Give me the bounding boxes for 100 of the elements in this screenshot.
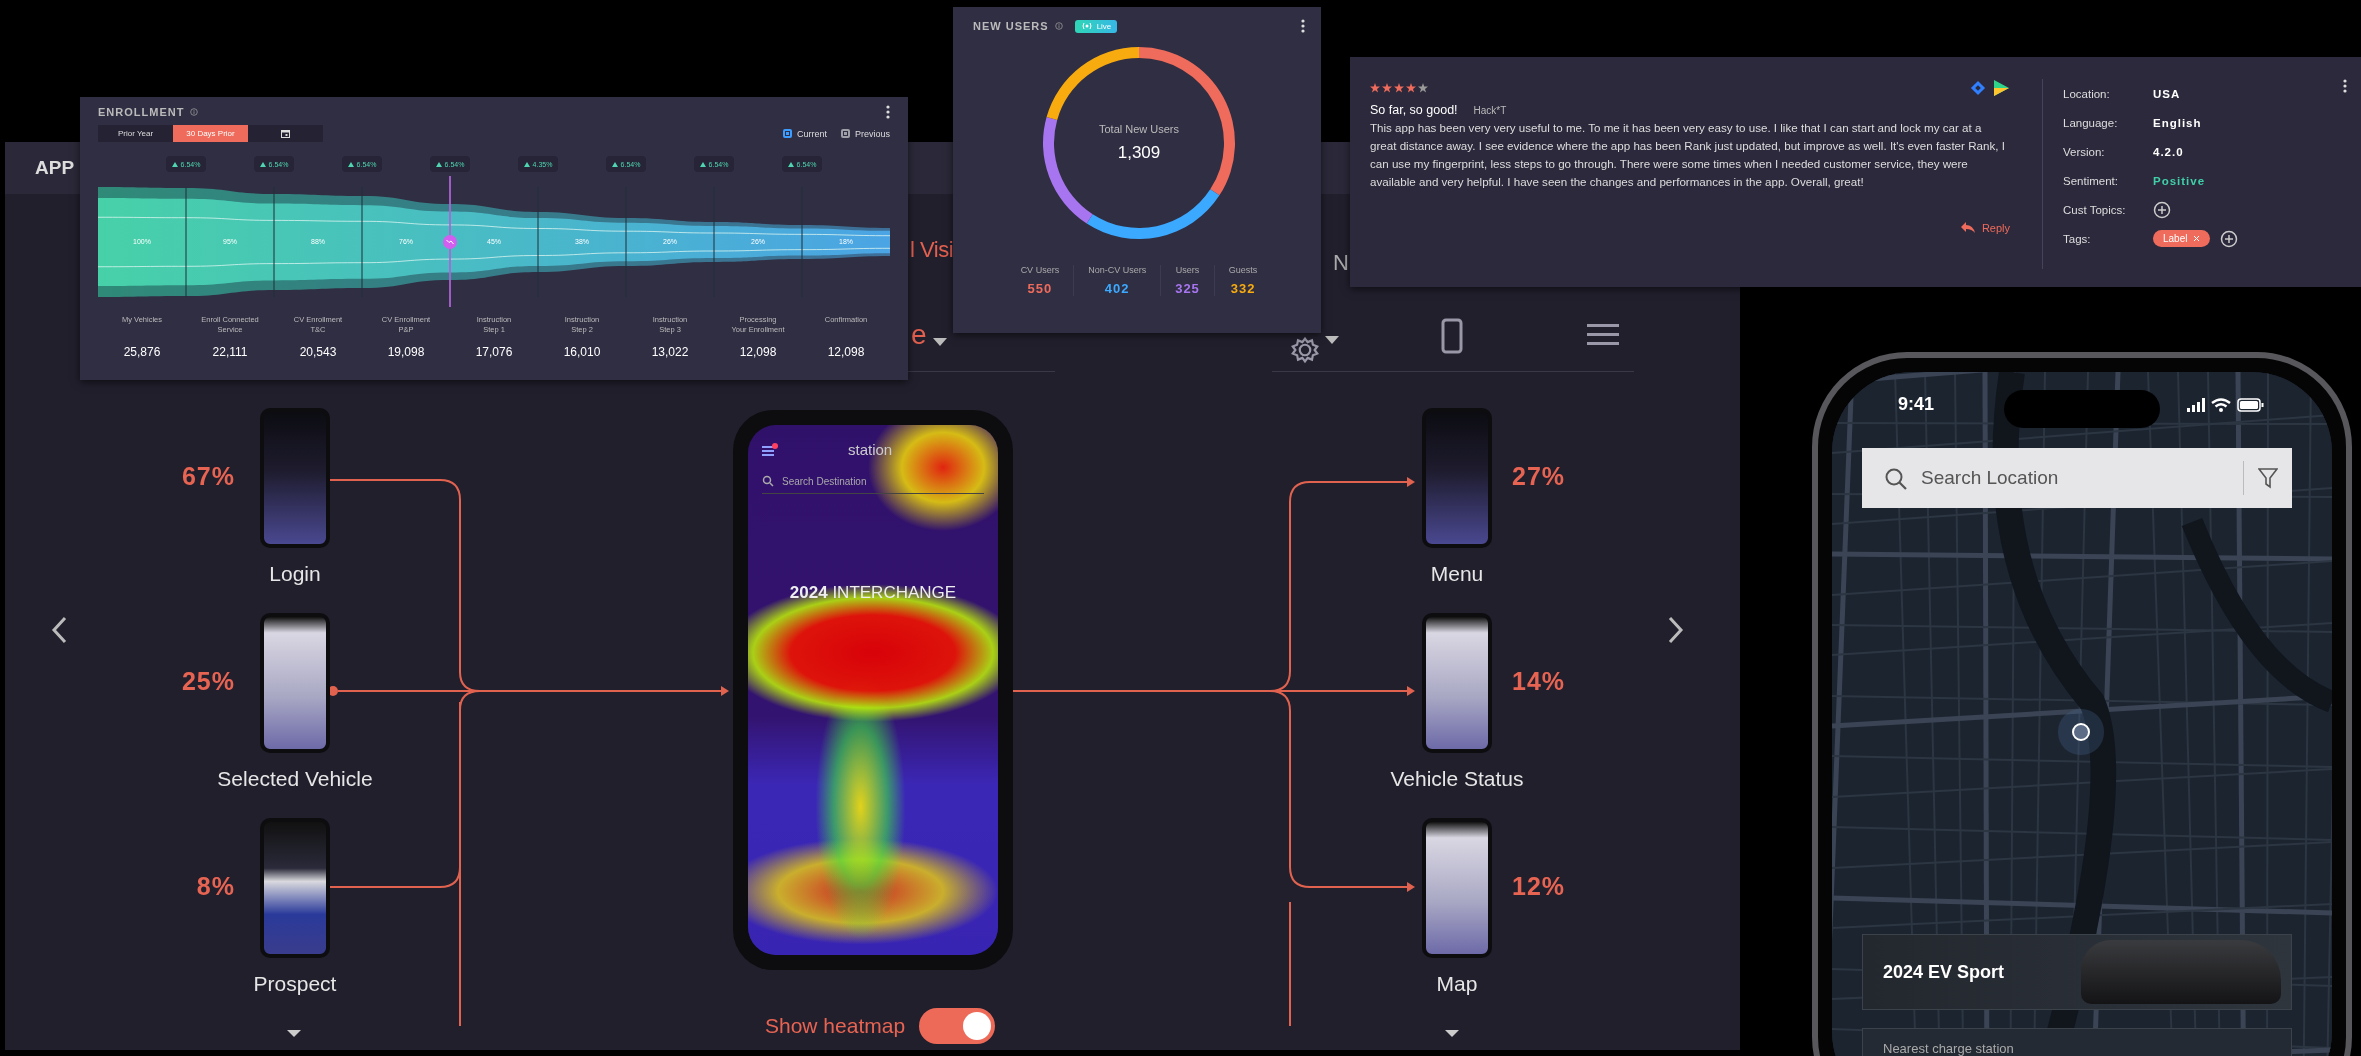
review-author: Hack*T [1473,105,1507,116]
play-triangle-icon [1993,79,2010,97]
more-options-icon[interactable] [2343,79,2347,93]
screen-label: Prospect [253,972,337,996]
detail-value: English [2153,116,2202,129]
donut-center-label: Total New Users [1098,123,1180,135]
headline: 2024 INTERCHANGE [788,583,958,603]
up-triangle-icon [523,161,530,167]
stage-count: 13,022 [651,345,689,359]
reply-icon [1959,221,1976,234]
total-value: 1,309 [1117,143,1161,163]
trend-marker[interactable] [443,175,457,308]
screen-label: Map [1436,972,1478,996]
percentage-label: 27% [1512,462,1566,491]
calendar-icon [281,129,290,138]
signal-icon [2187,398,2205,412]
tag-label: Label [2163,233,2188,244]
up-triangle-icon [259,161,266,167]
stage-count: 12,098 [827,345,865,359]
percentage-label: 67% [181,462,235,491]
stage-count: 16,010 [563,345,601,359]
legend-label: CV Users [1020,265,1060,275]
chevron-left-icon[interactable] [51,616,68,644]
status-time: 9:41 [1898,394,1935,415]
legend-value: 402 [1104,281,1130,296]
up-triangle-icon [347,161,354,167]
caret-icon [933,338,947,346]
detail-label: Version: [2063,145,2106,158]
detail-value: 4.2.0 [2153,145,2184,158]
chevron-right-icon[interactable] [1667,616,1684,644]
battery-icon [2237,398,2264,412]
screen-thumbnail[interactable] [1422,613,1492,753]
filter-icon[interactable] [2258,467,2278,489]
card-title: NEW USERS [973,20,1049,32]
screen-thumbnail[interactable] [1422,408,1492,548]
wifi-icon [2211,398,2231,412]
card-title: ENROLLMENT [98,106,185,118]
add-button[interactable] [2220,229,2239,248]
dropdown-text[interactable]: e [911,319,927,351]
app-name: station [848,441,893,458]
screen-label: Selected Vehicle [217,767,373,791]
stage-count: 20,543 [299,345,337,359]
legend-label: Non-CV Users [1088,265,1147,275]
toggle-label: Show heatmap [765,1014,906,1038]
more-options-icon[interactable] [886,105,890,119]
broadcast-icon [1080,22,1093,30]
add-button[interactable] [2153,200,2171,219]
sentiment-value: Positive [2153,174,2206,187]
stage-count: 12,098 [739,345,777,359]
info-card[interactable]: Nearest charge station [1862,1028,2292,1056]
up-triangle-icon [699,161,706,167]
heatmap-toggle[interactable] [919,1008,996,1044]
search-icon [1884,466,1907,490]
legend-value: 550 [1027,281,1053,296]
caret-down-icon[interactable] [1445,1030,1459,1037]
detail-label: Language: [2063,116,2119,129]
stage-count: 25,876 [123,345,161,359]
search-field[interactable]: Search Destination [762,475,984,494]
search-field[interactable]: Search Location [1862,448,2292,508]
review-text: This app has been very very useful to me. To me it has been very easy to use. I like that I can start and lock my car at a great distance away. I see evidence where the app has been Rank just updated, but improve as well. It's even faster Rank, I can use my fingerprint, less steps to go through. There were some times when I needed customer service, they were available and very helpful. I have seen the changes and performances in the app. Overall, great! [1370,120,2006,190]
card-heading: Nearest charge station [1883,1041,2014,1056]
heading-text: N [1333,250,1349,276]
screen-thumbnail[interactable] [260,408,330,548]
period-tab[interactable]: Prior Year [98,125,173,142]
percentage-label: 14% [1512,667,1566,696]
info-icon [190,108,199,116]
screen-label: Login [269,562,321,586]
info-icon [1054,22,1063,30]
detail-label: Sentiment: [2063,174,2119,187]
screen-label: Menu [1430,562,1484,586]
stage-count: 17,076 [475,345,513,359]
legend-label: Guests [1228,265,1258,275]
screen-thumbnail[interactable] [260,613,330,753]
legend-label: Previous [855,128,890,139]
reply-button[interactable]: Reply [1959,221,2010,234]
detail-label: Tags: [2063,232,2092,245]
caret-down-icon[interactable] [287,1030,301,1037]
up-triangle-icon [787,161,794,167]
up-triangle-icon [611,161,618,167]
screen-label: Vehicle Status [1390,767,1524,791]
gear-icon[interactable] [1291,336,1319,364]
close-icon[interactable] [2193,235,2201,242]
panel-title: APP [35,157,75,179]
percentage-label: 12% [1512,872,1566,901]
detail-label: Cust Topics: [2063,203,2127,216]
legend-label: Users [1175,265,1200,275]
more-options-icon[interactable] [1301,19,1305,33]
legend-checkbox[interactable] [782,129,792,138]
menu-icon[interactable] [1587,322,1619,347]
stage-count: 22,111 [212,345,248,359]
detail-value: USA [2153,87,2181,100]
screen-thumbnail[interactable] [1422,818,1492,958]
search-icon [762,475,774,487]
percentage-label: 25% [181,667,235,696]
caret-icon [1325,336,1339,344]
legend-checkbox[interactable] [841,129,850,138]
vehicle-card[interactable]: 2024 EV Sport [1862,934,2292,1010]
screen-thumbnail[interactable] [260,818,330,958]
badge-text: Live [1096,21,1112,31]
phone-icon[interactable] [1441,318,1463,354]
